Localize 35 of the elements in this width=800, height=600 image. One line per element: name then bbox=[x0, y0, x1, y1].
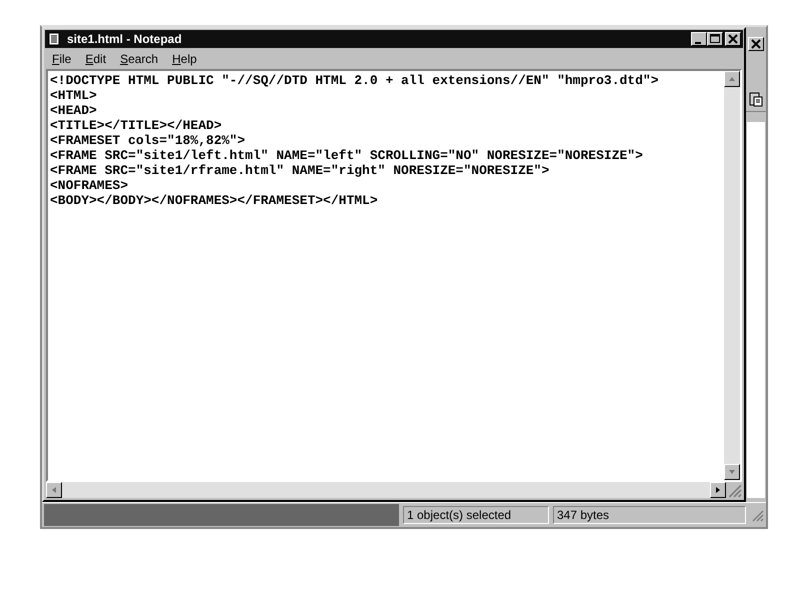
code-line: <FRAME SRC="site1/left.html" NAME="left" SCROLLING="NO" NORESIZE="NORESIZE"> bbox=[50, 148, 644, 163]
code-line: <FRAME SRC="site1/rframe.html" NAME="right" NORESIZE="NORESIZE"> bbox=[50, 163, 550, 178]
code-line: <NOFRAMES> bbox=[50, 178, 130, 193]
scroll-down-button[interactable] bbox=[724, 464, 740, 480]
horizontal-scrollbar[interactable] bbox=[46, 482, 726, 498]
minimize-icon bbox=[695, 42, 701, 44]
code-line: <!DOCTYPE HTML PUBLIC "-//SQ//DTD HTML 2.0 + all extensions//EN" "hmpro3.dtd"> bbox=[50, 73, 660, 88]
left-arrow-icon bbox=[50, 486, 58, 494]
menu-item[interactable]: Help bbox=[172, 52, 197, 66]
code-line: <FRAMESET cols="18%,82%"> bbox=[50, 133, 246, 148]
notepad-icon bbox=[47, 32, 61, 46]
maximize-button[interactable] bbox=[707, 32, 723, 46]
code-line: <TITLE></TITLE></HEAD> bbox=[50, 118, 223, 133]
vertical-scrollbar[interactable] bbox=[724, 71, 740, 480]
down-arrow-icon bbox=[728, 468, 736, 476]
menu-item[interactable]: Search bbox=[120, 52, 158, 66]
close-button[interactable] bbox=[725, 32, 741, 46]
menu-item[interactable]: Edit bbox=[85, 52, 106, 66]
right-arrow-icon bbox=[714, 486, 722, 494]
minimize-button[interactable] bbox=[691, 32, 707, 46]
scroll-up-button[interactable] bbox=[724, 71, 740, 87]
close-button[interactable] bbox=[748, 37, 764, 51]
status-pane: 1 object(s) selected bbox=[403, 506, 549, 524]
code-line: <HTML> bbox=[50, 88, 98, 103]
window-title: site1.html - Notepad bbox=[67, 32, 183, 46]
size-grip-icon[interactable] bbox=[726, 482, 742, 498]
scroll-right-button[interactable] bbox=[710, 482, 726, 498]
scroll-left-button[interactable] bbox=[46, 482, 62, 498]
paste-icon[interactable] bbox=[749, 91, 763, 107]
menu-item[interactable]: File bbox=[52, 52, 72, 66]
up-arrow-icon bbox=[728, 75, 736, 83]
code-line: <HEAD> bbox=[50, 103, 98, 118]
size-grip-icon[interactable] bbox=[750, 508, 764, 522]
status-pane: 347 bytes bbox=[553, 506, 746, 524]
code-line: <BODY></BODY></NOFRAMES></FRAMESET></HTML> bbox=[50, 193, 379, 208]
